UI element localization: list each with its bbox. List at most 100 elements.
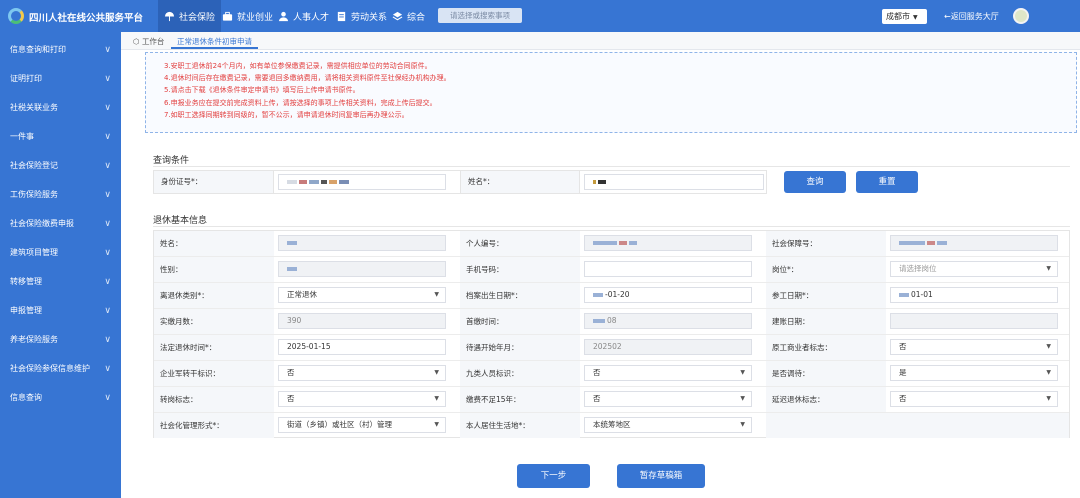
social-management-select[interactable]: 街道（乡镇）或社区（村）管理 ▼ (278, 417, 446, 433)
tab-workbench[interactable]: ⬡ 工作台 (127, 35, 170, 49)
sidebar-item[interactable]: 证明打印 ∨ (0, 69, 121, 89)
caret-down-icon: ▼ (434, 421, 439, 428)
caret-down-icon: ▼ (740, 421, 745, 428)
select-value: 否 (593, 394, 601, 403)
position-select[interactable]: 请选择岗位 ▼ (890, 261, 1058, 277)
back-to-hall-link[interactable]: ←返回服务大厅 (944, 11, 999, 22)
personal-number-field (584, 235, 752, 251)
sidebar-item-label: 养老保险服务 (10, 335, 58, 344)
insufficient-years-select[interactable]: 否 ▼ (584, 391, 752, 407)
query-button[interactable]: 查询 (784, 171, 846, 193)
notice-line: 7.如职工选择同期转到同级的，暂不公示，请申请退休时间复审后再办理公示。 (164, 110, 409, 119)
divider (153, 166, 1070, 167)
sidebar-item[interactable]: 建筑项目管理 ∨ (0, 243, 121, 263)
transfer-flag-select[interactable]: 否 ▼ (278, 391, 446, 407)
sidebar-item-label: 社税关联业务 (10, 103, 58, 112)
sidebar-item[interactable]: 信息查询 ∨ (0, 388, 121, 408)
delayed-retirement-select[interactable]: 否 ▼ (890, 391, 1058, 407)
tab-bar: ⬡ 工作台 正常退休条件初审申请 (121, 32, 1080, 50)
city-select[interactable]: 成都市 ▼ (882, 9, 927, 24)
phone-field[interactable] (584, 261, 752, 277)
nav-labor-relations[interactable]: 劳动关系 (330, 0, 393, 32)
field-label: 原工商业者标志： (766, 335, 886, 360)
sidebar-item[interactable]: 工伤保险服务 ∨ (0, 185, 121, 205)
top-bar: 四川人社在线公共服务平台 社会保险 就业创业 人事人才 劳动关系 综合 请选择或… (0, 0, 1080, 32)
city-value: 成都市 (886, 12, 910, 21)
sidebar-item-label: 信息查询 (10, 393, 42, 402)
retirement-info-grid: 姓名： 个人编号： 社会保障号： 性别： 手机号码： 岗位*： 请选择岗位 ▼ 离… (153, 230, 1070, 438)
search-input[interactable]: 请选择或搜索事项 (438, 8, 522, 23)
chevron-down-icon: ∨ (104, 393, 111, 403)
chevron-down-icon: ∨ (104, 132, 111, 142)
nav-general[interactable]: 综合 (386, 0, 431, 32)
name-field[interactable] (584, 174, 764, 190)
caret-down-icon: ▼ (1046, 343, 1051, 350)
military-cadre-flag-select[interactable]: 否 ▼ (278, 365, 446, 381)
account-date-field (890, 313, 1058, 329)
home-icon: ⬡ (133, 37, 142, 46)
id-label: 身份证号*： (154, 171, 274, 193)
caret-down-icon: ▼ (1046, 369, 1051, 376)
nav-label: 社会保险 (179, 12, 216, 23)
sidebar-item-label: 建筑项目管理 (10, 248, 58, 257)
sidebar-item[interactable]: 申报管理 ∨ (0, 301, 121, 321)
field-label: 姓名： (154, 231, 274, 256)
retirement-type-select[interactable]: 正常退休 ▼ (278, 287, 446, 303)
field-label: 企业军转干标识： (154, 361, 274, 386)
sidebar-item[interactable]: 转移管理 ∨ (0, 272, 121, 292)
umbrella-hands-icon (164, 11, 175, 21)
field-value: -01-20 (605, 290, 630, 299)
nav-label: 就业创业 (237, 12, 274, 23)
work-start-date-field[interactable]: 01-01 (890, 287, 1058, 303)
info-row: 实缴月数： 390 首缴时间： 08 建账日期： (154, 309, 1069, 335)
select-value: 否 (899, 394, 907, 403)
select-value: 正常退休 (287, 290, 317, 299)
chevron-down-icon: ∨ (104, 103, 111, 113)
sidebar-item-label: 工伤保险服务 (10, 190, 58, 199)
field-label: 手机号码： (460, 257, 580, 282)
statutory-retirement-date-field[interactable]: 2025-01-15 (278, 339, 446, 355)
document-icon (337, 11, 346, 21)
chevron-down-icon: ∨ (104, 161, 111, 171)
sidebar-item-label: 证明打印 (10, 74, 42, 83)
next-step-button[interactable]: 下一步 (517, 464, 590, 488)
tab-retirement-application[interactable]: 正常退休条件初审申请 (171, 35, 258, 49)
sidebar-item[interactable]: 社税关联业务 ∨ (0, 98, 121, 118)
nine-category-flag-select[interactable]: 否 ▼ (584, 365, 752, 381)
reset-button[interactable]: 重置 (856, 171, 918, 193)
sidebar-item[interactable]: 养老保险服务 ∨ (0, 330, 121, 350)
avatar[interactable] (1013, 8, 1029, 24)
sidebar-item[interactable]: 社会保险缴费申报 ∨ (0, 214, 121, 234)
notice-box: 3.安职工退休前24个月内，如有单位参保缴费记录，需提供相应单位的劳动合同原件。… (145, 52, 1077, 133)
save-draft-button[interactable]: 暂存草稿箱 (617, 464, 705, 488)
field-label: 九类人员标识： (460, 361, 580, 386)
residence-select[interactable]: 本统筹地区 ▼ (584, 417, 752, 433)
adjustment-flag-select[interactable]: 是 ▼ (890, 365, 1058, 381)
caret-down-icon: ▼ (1046, 265, 1051, 272)
sidebar-item-label: 申报管理 (10, 306, 42, 315)
caret-down-icon: ▼ (1046, 395, 1051, 402)
caret-down-icon: ▼ (434, 395, 439, 402)
sidebar-item-label: 社会保险缴费申报 (10, 219, 74, 228)
nav-employment[interactable]: 就业创业 (216, 0, 279, 32)
id-number-field[interactable] (278, 174, 446, 190)
sidebar-item[interactable]: 社会保险参保信息维护 ∨ (0, 359, 121, 379)
nav-personnel[interactable]: 人事人才 (272, 0, 335, 32)
sidebar-item[interactable]: 信息查询和打印 ∨ (0, 40, 121, 60)
caret-down-icon: ▼ (434, 291, 439, 298)
name-value-field (278, 235, 446, 251)
gender-field (278, 261, 446, 277)
field-label: 延迟退休标志： (766, 387, 886, 412)
layers-icon (392, 11, 403, 20)
sidebar-item[interactable]: 一件事 ∨ (0, 127, 121, 147)
nav-label: 综合 (407, 12, 426, 23)
field-label: 建账日期： (766, 309, 886, 334)
field-label: 缴费不足15年： (460, 387, 580, 412)
sidebar-item[interactable]: 社会保险登记 ∨ (0, 156, 121, 176)
field-label: 岗位*： (766, 257, 886, 282)
birth-date-field[interactable]: -01-20 (584, 287, 752, 303)
caret-down-icon: ▼ (740, 369, 745, 376)
former-business-flag-select[interactable]: 否 ▼ (890, 339, 1058, 355)
nav-social-insurance[interactable]: 社会保险 (158, 0, 222, 32)
field-label: 社会保障号： (766, 231, 886, 256)
